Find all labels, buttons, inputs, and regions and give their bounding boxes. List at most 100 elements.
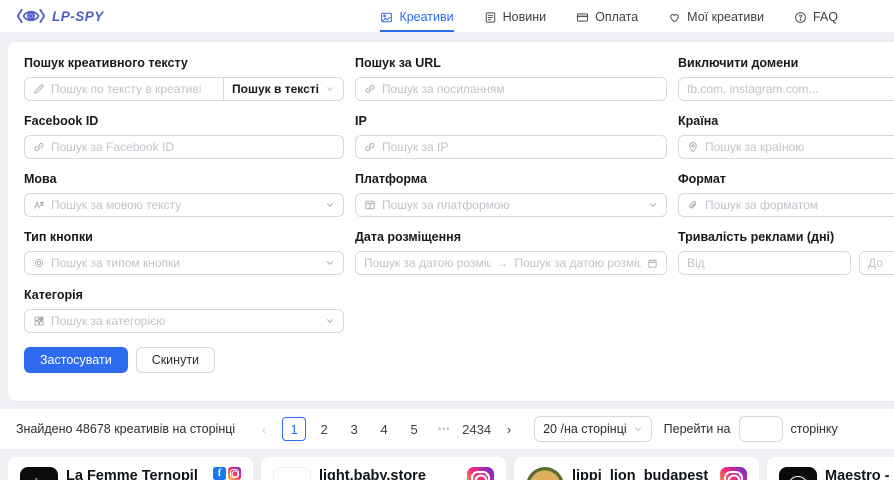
avatar: La FEMME bbox=[20, 467, 58, 480]
nav-label: Новини bbox=[503, 10, 547, 24]
page-button-1[interactable]: 1 bbox=[282, 417, 306, 441]
heart-icon bbox=[668, 11, 681, 24]
field-label: IP bbox=[355, 114, 667, 128]
field-label: Пошук креативного тексту bbox=[24, 56, 344, 70]
creative-title[interactable]: La Femme Ternopil bbox=[66, 467, 205, 480]
jump-next-dots[interactable]: ••• bbox=[432, 417, 456, 441]
facebook-id-input[interactable] bbox=[51, 140, 335, 154]
category-input[interactable] bbox=[51, 314, 319, 328]
card-icon bbox=[576, 11, 589, 24]
platform-select[interactable] bbox=[355, 193, 667, 217]
question-icon bbox=[794, 11, 807, 24]
nav-tab-my-creatives[interactable]: Мої креативи bbox=[668, 0, 764, 32]
field-label: Формат bbox=[678, 172, 894, 186]
creative-text-input[interactable] bbox=[51, 82, 215, 96]
category-grid-icon bbox=[33, 315, 45, 327]
page-size-select[interactable]: 20 /на сторінці bbox=[534, 416, 652, 442]
date-range-picker[interactable]: → bbox=[355, 251, 667, 275]
creative-title[interactable]: Maestro - кухні, меб bbox=[825, 467, 894, 480]
page-button-last[interactable]: 2434 bbox=[462, 417, 491, 441]
field-label: Тип кнопки bbox=[24, 230, 344, 244]
field-label: Facebook ID bbox=[24, 114, 344, 128]
button-type-input[interactable] bbox=[51, 256, 319, 270]
category-select[interactable] bbox=[24, 309, 344, 333]
nav-label: Оплата bbox=[595, 10, 638, 24]
prev-page-button[interactable]: ‹ bbox=[252, 417, 276, 441]
page-button-2[interactable]: 2 bbox=[312, 417, 336, 441]
link-icon bbox=[364, 83, 376, 95]
language-input[interactable] bbox=[51, 198, 319, 212]
creative-card: LIGHT BABY STORE light.baby.store 2025-1… bbox=[261, 457, 506, 480]
chevron-down-icon bbox=[325, 316, 335, 326]
platform-icons: f Ω bbox=[213, 467, 241, 480]
field-exclude-domains: Виключити домени bbox=[678, 56, 894, 101]
field-language: Мова bbox=[24, 172, 344, 217]
avatar bbox=[779, 467, 817, 480]
duration-to-input[interactable] bbox=[868, 256, 894, 270]
field-duration: Тривалість реклами (дні) bbox=[678, 230, 894, 275]
goto-page-input[interactable] bbox=[739, 416, 783, 442]
app-header: LP-SPY Креативи Новини bbox=[0, 0, 894, 32]
nav-tab-faq[interactable]: FAQ bbox=[794, 0, 838, 32]
paperclip-icon bbox=[687, 199, 699, 211]
page-button-5[interactable]: 5 bbox=[402, 417, 426, 441]
goto-prefix: Перейти на bbox=[664, 422, 731, 436]
field-category: Категорія bbox=[24, 288, 344, 333]
link-icon bbox=[33, 141, 45, 153]
field-placement-date: Дата розміщення → bbox=[355, 230, 667, 275]
ip-input[interactable] bbox=[382, 140, 658, 154]
country-input-wrap bbox=[678, 135, 894, 159]
language-select[interactable] bbox=[24, 193, 344, 217]
goto-suffix: сторінку bbox=[791, 422, 838, 436]
url-input-wrap bbox=[355, 77, 667, 101]
exclude-domains-input-wrap bbox=[678, 77, 894, 101]
field-format: Формат bbox=[678, 172, 894, 217]
platform-input[interactable] bbox=[382, 198, 642, 212]
facebook-id-input-wrap bbox=[24, 135, 344, 159]
nav-tab-news[interactable]: Новини bbox=[484, 0, 547, 32]
instagram-icon bbox=[228, 467, 241, 480]
nav-label: FAQ bbox=[813, 10, 838, 24]
field-country: Країна bbox=[678, 114, 894, 159]
chevron-down-icon bbox=[325, 258, 335, 268]
page-button-3[interactable]: 3 bbox=[342, 417, 366, 441]
text-search-mode-select[interactable]: Пошук в тексті bbox=[223, 77, 344, 101]
format-input[interactable] bbox=[705, 198, 894, 212]
button-type-select[interactable] bbox=[24, 251, 344, 275]
results-summary: Знайдено 48678 креативів на сторінці bbox=[16, 422, 235, 436]
creative-title[interactable]: lippi_lion_budapest bbox=[572, 467, 712, 480]
ip-input-wrap bbox=[355, 135, 667, 159]
link-icon bbox=[364, 141, 376, 153]
news-icon bbox=[484, 11, 497, 24]
eye-logo-icon bbox=[16, 6, 46, 26]
nav-tab-creatives[interactable]: Креативи bbox=[380, 0, 453, 32]
nav-tab-payment[interactable]: Оплата bbox=[576, 0, 638, 32]
creative-title[interactable]: light.baby.store bbox=[319, 467, 459, 480]
reset-button[interactable]: Скинути bbox=[136, 347, 215, 373]
field-platform: Платформа bbox=[355, 172, 667, 217]
nav-label: Креативи bbox=[399, 10, 453, 24]
date-to-input[interactable] bbox=[515, 256, 642, 270]
next-page-button[interactable]: › bbox=[497, 417, 521, 441]
field-ip: IP bbox=[355, 114, 667, 159]
duration-from-input[interactable] bbox=[687, 256, 842, 270]
avatar bbox=[526, 467, 564, 480]
range-arrow-icon: → bbox=[497, 256, 509, 270]
chevron-down-icon bbox=[633, 424, 643, 434]
field-label: Виключити домени bbox=[678, 56, 894, 70]
page-button-4[interactable]: 4 bbox=[372, 417, 396, 441]
exclude-domains-input[interactable] bbox=[687, 82, 894, 96]
field-button-type: Тип кнопки bbox=[24, 230, 344, 275]
instagram-icon bbox=[467, 467, 494, 480]
logo-text: LP-SPY bbox=[52, 9, 104, 24]
field-label: Платформа bbox=[355, 172, 667, 186]
duration-to-wrap bbox=[859, 251, 894, 275]
apply-button[interactable]: Застосувати bbox=[24, 347, 128, 373]
date-from-input[interactable] bbox=[364, 256, 491, 270]
creative-card: Maestro - кухні, меб замовлення в Ужгор … bbox=[767, 457, 894, 480]
country-input[interactable] bbox=[705, 140, 894, 154]
url-input[interactable] bbox=[382, 82, 658, 96]
gear-icon bbox=[33, 257, 45, 269]
app-logo[interactable]: LP-SPY bbox=[16, 6, 104, 26]
creative-card: La FEMME La Femme Ternopil 2025-11-20 21… bbox=[8, 457, 253, 480]
